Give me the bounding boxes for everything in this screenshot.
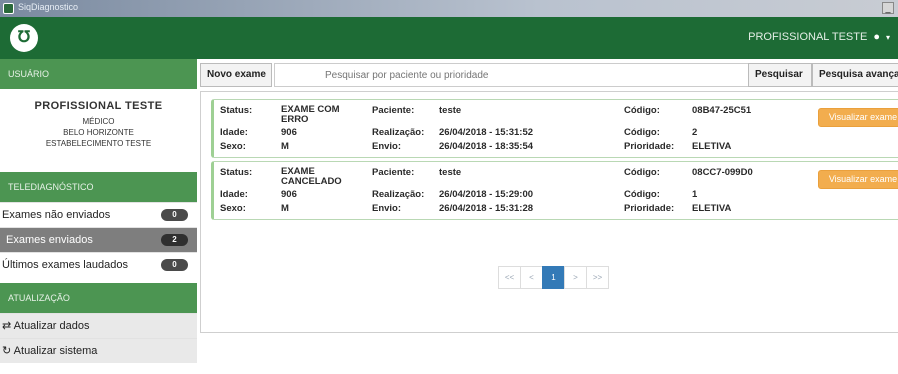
page-next-button[interactable]: > — [564, 266, 587, 289]
sidebar: USUÁRIO PROFISSIONAL TESTE MÉDICO BELO H… — [0, 59, 197, 374]
sidebar-item-label: Atualizar dados — [13, 320, 90, 332]
logo: ℧ — [10, 24, 38, 52]
page-last-button[interactable]: >> — [586, 266, 609, 289]
sidebar-section-update: ATUALIZAÇÃO — [0, 283, 197, 313]
page-prev-button[interactable]: < — [520, 266, 543, 289]
window-titlebar: SiqDiagnostico _ — [0, 0, 898, 17]
sidebar-item-label: Últimos exames laudados — [2, 259, 128, 271]
age-label: Idade: — [220, 127, 248, 138]
patient-label: Paciente: — [372, 105, 415, 116]
sidebar-section-user: USUÁRIO — [0, 59, 197, 89]
profile-card: PROFISSIONAL TESTE MÉDICO BELO HORIZONTE… — [0, 89, 197, 172]
code-value: 2 — [692, 127, 698, 138]
performed-label: Realização: — [372, 127, 425, 138]
exam-card: Status: EXAME COM ERRO Idade: 906 Sexo: … — [211, 99, 898, 158]
exam-list-panel: Status: EXAME COM ERRO Idade: 906 Sexo: … — [200, 91, 898, 333]
count-badge: 0 — [161, 209, 188, 221]
app-icon — [3, 3, 14, 14]
status-label: Status: — [220, 167, 253, 178]
profile-name: PROFISSIONAL TESTE — [34, 100, 163, 112]
count-badge: 0 — [161, 259, 188, 271]
performed-label: Realização: — [372, 189, 425, 200]
code-id-value: 08B47-25C51 — [692, 105, 752, 116]
patient-value: teste — [439, 105, 462, 116]
sent-value: 26/04/2018 - 18:35:54 — [439, 141, 534, 152]
sidebar-section-telediagnostic: TELEDIAGNÓSTICO — [0, 172, 197, 202]
sidebar-item-not-sent[interactable]: Exames não enviados 0 — [0, 202, 197, 227]
advanced-search-button[interactable]: Pesquisa avançada — [812, 63, 898, 87]
sex-value: M — [281, 203, 289, 214]
count-badge: 2 — [161, 234, 188, 246]
sidebar-item-label: Atualizar sistema — [13, 345, 98, 357]
pagination: << < 1 > >> — [498, 266, 609, 289]
priority-value: ELETIVA — [692, 203, 732, 214]
search-input[interactable] — [274, 63, 824, 87]
patient-label: Paciente: — [372, 167, 415, 178]
user-icon: ● — [873, 31, 880, 43]
toolbar: Novo exame Pesquisar Pesquisa avançada — [200, 63, 898, 87]
sidebar-item-sent[interactable]: Exames enviados 2 — [0, 227, 197, 252]
status-label: Status: — [220, 105, 253, 116]
performed-value: 26/04/2018 - 15:31:52 — [439, 127, 534, 138]
view-exam-button[interactable]: Visualizar exame — [818, 170, 898, 189]
sex-value: M — [281, 141, 289, 152]
user-menu[interactable]: PROFISSIONAL TESTE ● ▾ — [748, 31, 890, 43]
sidebar-item-label: Exames enviados — [6, 234, 93, 246]
status-value: EXAME COM ERRO — [281, 104, 340, 125]
priority-label: Prioridade: — [624, 141, 675, 152]
transfer-icon: ⇄ — [2, 320, 12, 332]
minimize-button[interactable]: _ — [882, 2, 894, 14]
patient-value: teste — [439, 167, 462, 178]
refresh-icon: ↻ — [2, 345, 12, 357]
page-current-button[interactable]: 1 — [542, 266, 565, 289]
age-label: Idade: — [220, 189, 248, 200]
status-value: EXAME CANCELADO — [281, 166, 342, 187]
exam-card: Status: EXAME CANCELADO Idade: 906 Sexo:… — [211, 161, 898, 220]
priority-value: ELETIVA — [692, 141, 732, 152]
sidebar-item-last-reported[interactable]: Últimos exames laudados 0 — [0, 252, 197, 277]
sex-label: Sexo: — [220, 203, 246, 214]
sex-label: Sexo: — [220, 141, 246, 152]
sidebar-item-update-system[interactable]: ↻ Atualizar sistema — [0, 338, 197, 363]
code-value: 1 — [692, 189, 698, 200]
new-exam-button[interactable]: Novo exame — [200, 63, 272, 87]
performed-value: 26/04/2018 - 15:29:00 — [439, 189, 534, 200]
top-navbar: ℧ PROFISSIONAL TESTE ● ▾ — [0, 17, 898, 59]
profile-role: MÉDICO — [82, 117, 115, 126]
view-exam-button[interactable]: Visualizar exame — [818, 108, 898, 127]
age-value: 906 — [281, 127, 297, 138]
sidebar-item-update-data[interactable]: ⇄ Atualizar dados — [0, 313, 197, 338]
chevron-down-icon: ▾ — [885, 32, 890, 42]
age-value: 906 — [281, 189, 297, 200]
user-name: PROFISSIONAL TESTE — [748, 31, 868, 43]
search-button[interactable]: Pesquisar — [748, 63, 812, 87]
window-title: SiqDiagnostico — [18, 2, 79, 12]
profile-city: BELO HORIZONTE — [63, 128, 134, 137]
page-first-button[interactable]: << — [498, 266, 521, 289]
sent-label: Envio: — [372, 141, 402, 152]
sidebar-item-label: Exames não enviados — [2, 209, 111, 221]
sent-value: 26/04/2018 - 15:31:28 — [439, 203, 534, 214]
priority-label: Prioridade: — [624, 203, 675, 214]
code-id-value: 08CC7-099D0 — [692, 167, 753, 178]
code-label: Código: — [624, 167, 660, 178]
code-label: Código: — [624, 127, 660, 138]
code-label: Código: — [624, 105, 660, 116]
sent-label: Envio: — [372, 203, 402, 214]
code-label: Código: — [624, 189, 660, 200]
profile-establishment: ESTABELECIMENTO TESTE — [45, 139, 152, 148]
